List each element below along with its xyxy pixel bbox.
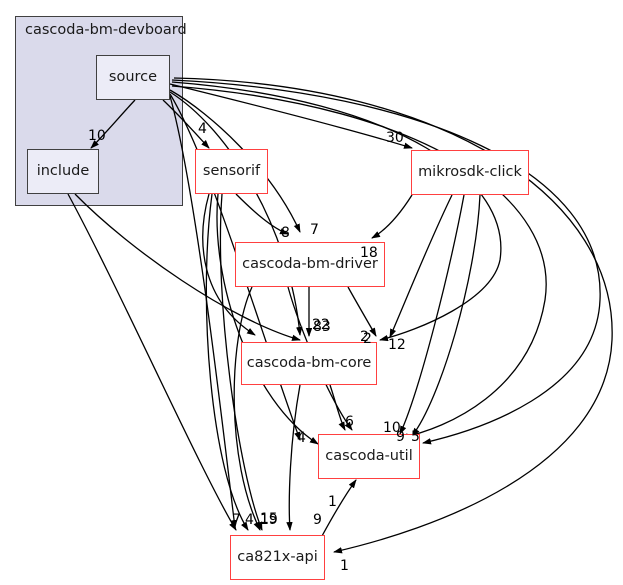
edge-include-to-ca821x-api [67,193,237,531]
node-cascoda-bm-core[interactable]: cascoda-bm-core [241,342,377,385]
edge-label-source-to-include: 10 [88,128,106,144]
node-source[interactable]: source [96,55,170,100]
node-label: cascoda-util [325,448,413,465]
node-label: cascoda-bm-driver [242,256,378,273]
edge-label-sensorif-to-cascoda-bm-driver: 8 [281,225,290,241]
node-mikrosdk-click[interactable]: mikrosdk-click [411,150,529,195]
edge-label-source-to-cascoda-bm-driver: 7 [310,222,319,238]
edge-mikrosdk-click-to-cascoda-bm-driver [371,194,413,239]
edge-source-to-cascoda-bm-core [169,91,303,336]
edge-cascoda-bm-core-to-cascoda-util [329,384,346,431]
edge-label-include-to-ca821x-api: 7 [232,512,241,528]
edge-label-cascoda-bm-driver-to-cascoda-util: 6 [345,414,354,430]
edge-label-source-to-mikrosdk-click: 30 [386,130,404,146]
edge-label-source-to-cascoda-util: 5 [411,429,420,445]
edge-label-source-to-sensorif: 4 [198,121,207,137]
edge-label-mikrosdk-click-to-cascoda-bm-driver: 18 [360,245,378,261]
node-label: cascoda-bm-core [246,355,372,372]
edge-layer [67,77,613,554]
edge-mikrosdk-click-to-cascoda-util [411,194,481,437]
edge-label-source-to-ca821x-api: 1 [340,558,349,574]
edge-label-cascoda-bm-driver-to-cascoda-bm-core: 22 [312,317,330,333]
directory-dependency-graph: cascoda-bm-devboard source include sensori… [0,0,623,585]
node-label: include [36,163,90,180]
edge-label-sensorif-to-ca821x-api: 4 [245,512,254,528]
node-label: ca821x-api [237,549,318,566]
node-label: sensorif [202,163,261,180]
edge-label-mikrosdk-click-to-cascoda-util: 10 [383,420,401,436]
node-label: source [108,69,158,86]
edge-cascoda-bm-core-to-ca821x-api [286,384,301,531]
node-sensorif[interactable]: sensorif [195,149,268,194]
edge-label-ca821x-api-to-cascoda-util: 1 [328,494,337,510]
edge-label-sensorif-to-ca821x-api: 19 [260,512,278,528]
node-ca821x-api[interactable]: ca821x-api [230,535,325,580]
edge-label-cascoda-bm-driver-to-cascoda-bm-core: 2 [363,331,372,347]
edge-sensorif-to-cascoda-util [216,193,319,445]
node-label: mikrosdk-click [418,164,522,181]
edge-label-cascoda-bm-core-to-ca821x-api: 9 [313,512,322,528]
edge-label-mikrosdk-click-to-cascoda-bm-core: 12 [388,337,406,353]
node-include[interactable]: include [27,149,99,194]
edge-label-source-to-cascoda-util: 4 [297,430,306,446]
